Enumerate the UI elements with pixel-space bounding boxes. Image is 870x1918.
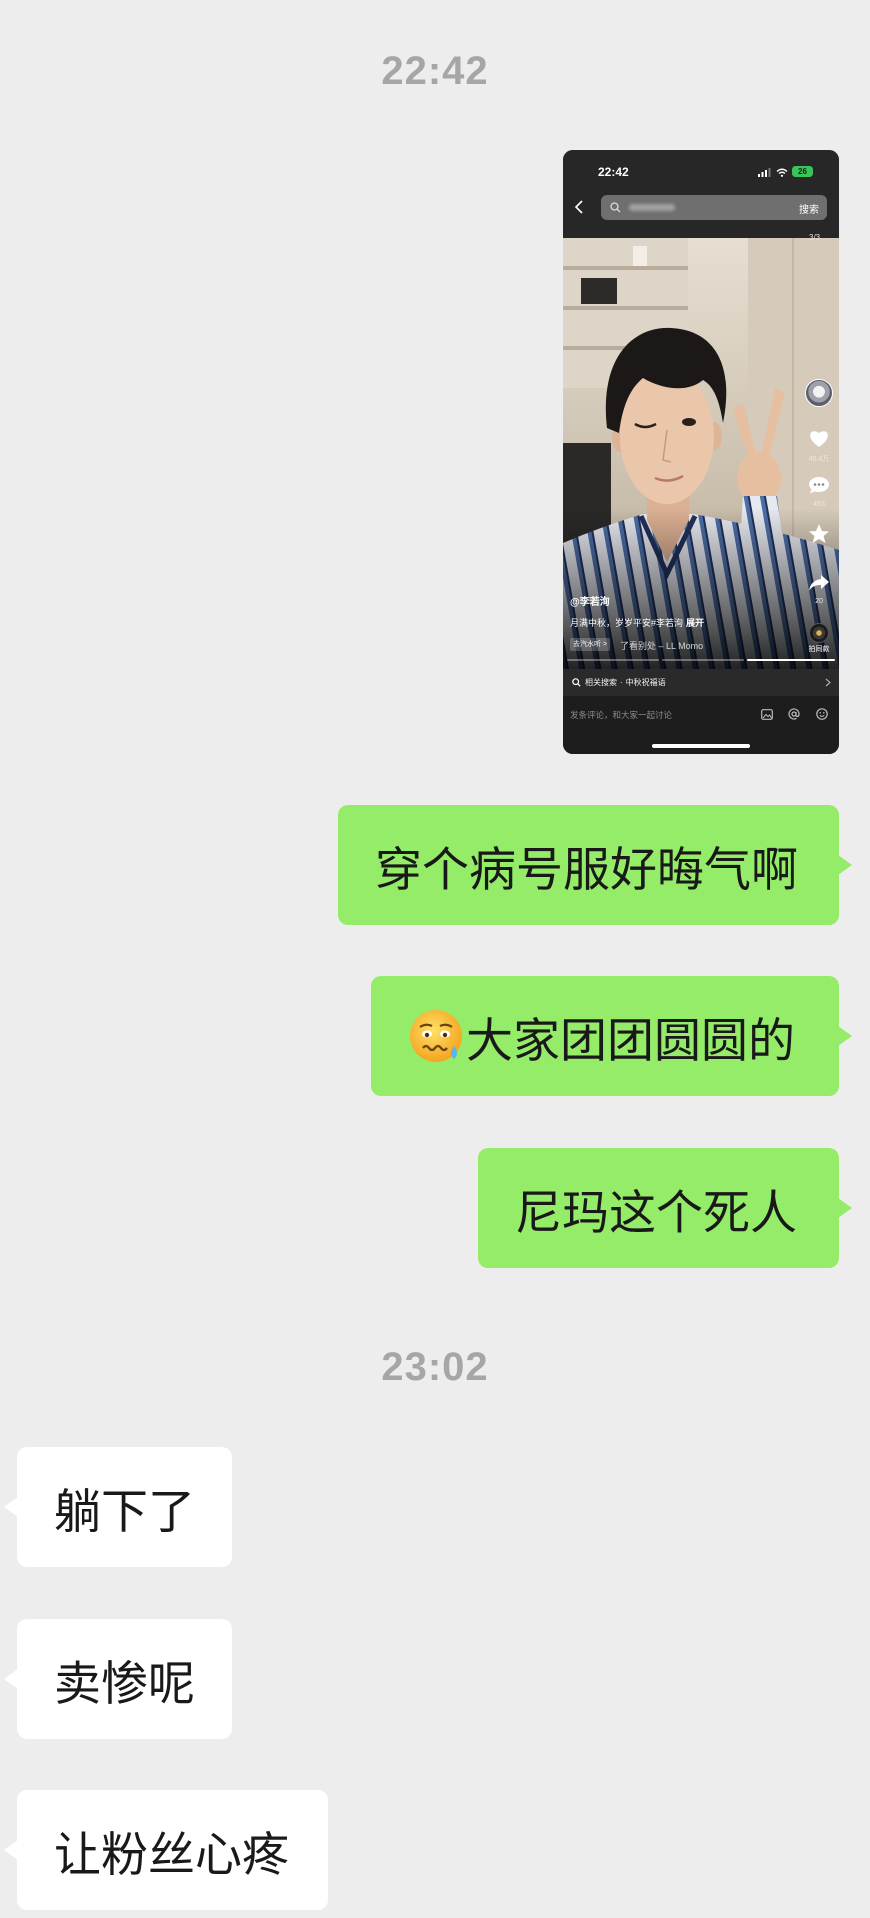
comment-dot <box>813 483 817 486</box>
search-handle <box>577 683 581 687</box>
back-chevron-icon[interactable] <box>574 200 584 214</box>
received-message-bubble[interactable]: 躺下了 <box>4 1447 232 1567</box>
message-text: 卖惨呢 <box>54 1656 195 1710</box>
related-search-query: 中秋祝福语 <box>625 678 666 687</box>
comment-dot <box>821 483 825 486</box>
video-screenshot-image-message[interactable]: 22:42 26 搜索 3/3 45.4万 493 20 @李若洵 月满中秋，岁… <box>563 150 839 754</box>
comment-count: 493 <box>813 501 825 508</box>
shelf-board <box>563 266 688 270</box>
smiley-outline <box>816 708 828 720</box>
signal-bar <box>768 168 771 177</box>
image-icon[interactable] <box>761 709 773 720</box>
face <box>620 368 714 504</box>
star-icon[interactable] <box>808 523 830 544</box>
at-outer <box>788 708 800 720</box>
image-mountain <box>762 713 772 719</box>
heart-shape <box>810 431 828 447</box>
shelf-object <box>633 246 647 266</box>
emoji-pupil <box>424 1032 430 1038</box>
message-text: 让粉丝心疼 <box>54 1827 289 1881</box>
wifi-arc <box>776 168 788 173</box>
shelf-board <box>563 306 688 310</box>
battery-indicator: 26 <box>792 166 813 177</box>
signal-bar <box>765 170 767 177</box>
star-shape <box>809 524 829 543</box>
chevron-path <box>574 200 583 214</box>
video-author[interactable]: @李若洵 <box>570 593 610 608</box>
page-indicator: 3/3 <box>809 233 821 242</box>
same-style-button[interactable]: 拍同款 <box>794 644 839 654</box>
search-bar[interactable]: 搜索 <box>601 195 827 220</box>
comment-icon[interactable] <box>808 475 830 495</box>
smiley-mouth <box>819 715 825 717</box>
signal-bar <box>758 174 760 177</box>
received-message-bubble[interactable]: 卖惨呢 <box>4 1619 232 1739</box>
signal-bar <box>761 172 764 177</box>
expand-link[interactable]: 展开 <box>686 618 704 628</box>
status-bar-time: 22:42 <box>598 165 629 179</box>
caption-text: 月满中秋，岁岁平安#李若洵 <box>570 618 684 628</box>
search-button[interactable]: 搜索 <box>799 201 819 216</box>
heart-icon[interactable] <box>808 428 830 448</box>
author-avatar[interactable] <box>805 379 833 407</box>
sent-message-bubble[interactable]: 穿个病号服好晦气啊 <box>338 805 852 925</box>
status-search-header <box>563 150 839 238</box>
comment-placeholder[interactable]: 发条评论，和大家一起讨论 <box>570 709 672 721</box>
message-text: 大家团团圆圆的 <box>466 1013 795 1067</box>
related-search-text: 相关搜索 · 中秋祝福语 <box>585 677 669 688</box>
received-message-bubble[interactable]: 让粉丝心疼 <box>4 1790 328 1910</box>
related-search-label: 相关搜索 <box>585 678 617 687</box>
timestamp: 23:02 <box>381 1345 489 1389</box>
message-text: 躺下了 <box>54 1484 195 1538</box>
search-handle <box>616 208 621 213</box>
smiley-eye <box>819 712 821 714</box>
mention-at-icon[interactable] <box>788 708 800 720</box>
progress-segment <box>567 659 659 661</box>
share-shape <box>809 575 829 591</box>
progress-segment-current <box>747 659 835 661</box>
timestamp: 22:42 <box>381 49 489 93</box>
search-lens <box>610 202 619 211</box>
music-app-tag[interactable]: 去汽水听 > <box>570 638 611 651</box>
wifi-arc <box>778 171 786 175</box>
shelf-object <box>581 278 617 304</box>
blurred-search-query <box>629 204 675 211</box>
chevron-right-icon <box>825 678 831 687</box>
music-disc-icon[interactable] <box>809 623 829 643</box>
share-count: 20 <box>815 598 823 605</box>
search-icon <box>610 202 621 213</box>
woozy-face-with-tear-icon <box>410 1010 462 1062</box>
home-indicator <box>652 744 750 748</box>
message-text: 穿个病号服好晦气啊 <box>375 842 798 896</box>
wifi-dot <box>780 174 784 177</box>
comment-input-bar[interactable]: 发条评论，和大家一起讨论 <box>563 696 839 754</box>
video-caption: 月满中秋，岁岁平安#李若洵 展开 <box>570 616 704 629</box>
emoji-smiley-icon[interactable] <box>816 708 828 720</box>
related-search-row[interactable]: 相关搜索 · 中秋祝福语 <box>563 669 839 696</box>
cellular-signal-icon <box>758 168 771 177</box>
related-search-separator: · <box>620 678 623 687</box>
comment-dot <box>817 483 821 486</box>
chevron-path <box>825 678 831 687</box>
message-text: 尼玛这个死人 <box>515 1185 797 1239</box>
smiley-eye <box>823 712 825 714</box>
sent-message-bubble[interactable]: 尼玛这个死人 <box>478 1148 852 1268</box>
progress-segment <box>662 659 744 661</box>
share-icon[interactable] <box>808 573 830 592</box>
music-title[interactable]: 了看别处 – LL Momo <box>620 639 703 652</box>
emoji-pupil <box>442 1032 448 1038</box>
search-icon <box>572 678 581 687</box>
search-lens <box>572 678 580 686</box>
wifi-icon <box>776 168 788 177</box>
open-eye <box>682 418 696 426</box>
sent-message-bubble[interactable]: 大家团团圆圆的 <box>371 976 852 1096</box>
like-count: 45.4万 <box>808 456 830 463</box>
